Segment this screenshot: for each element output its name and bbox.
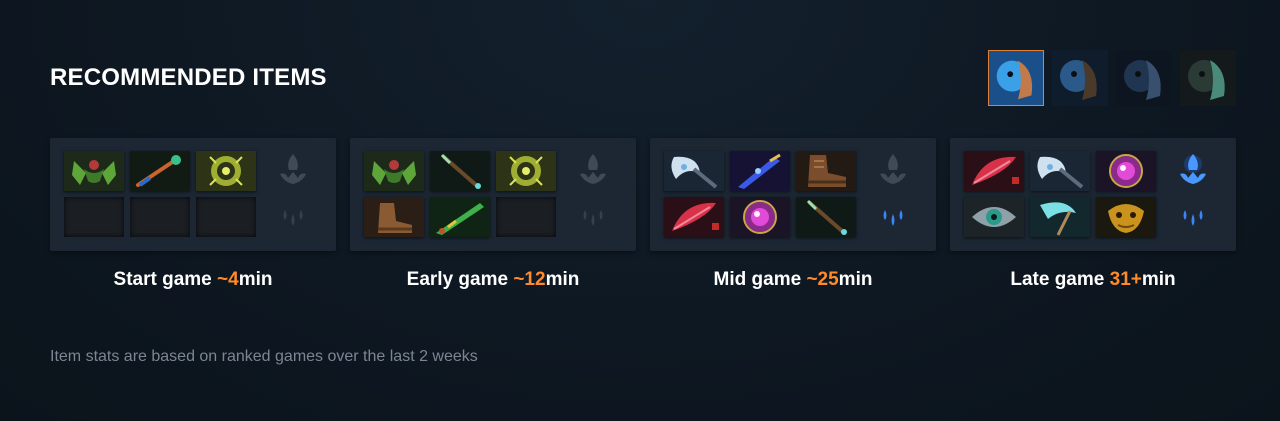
empty-item-slot bbox=[130, 197, 190, 237]
stage-time: ~4 bbox=[217, 269, 239, 290]
blue-staff-icon[interactable] bbox=[130, 151, 190, 191]
stage-time: ~12 bbox=[513, 269, 546, 290]
teal-eye-icon[interactable] bbox=[964, 197, 1024, 237]
blue-dagger-icon[interactable] bbox=[730, 151, 790, 191]
gold-mask-icon[interactable] bbox=[1096, 197, 1156, 237]
red-feather-icon[interactable] bbox=[964, 151, 1024, 191]
item-build-card bbox=[650, 138, 936, 251]
red-feather-icon[interactable] bbox=[664, 197, 724, 237]
hero-portrait-1-icon[interactable] bbox=[988, 50, 1044, 106]
neutral-item-icon bbox=[276, 152, 310, 186]
hero-portrait-2-icon[interactable] bbox=[1052, 50, 1108, 106]
stage-unit: min bbox=[238, 269, 273, 290]
item-stage: Late game 31+min bbox=[950, 138, 1236, 291]
stage-unit: min bbox=[545, 269, 580, 290]
stage-name: Early game bbox=[406, 269, 514, 290]
stage-name: Late game bbox=[1010, 269, 1110, 290]
item-build-card bbox=[950, 138, 1236, 251]
tango-helmet-icon[interactable] bbox=[64, 151, 124, 191]
tango-helmet-icon[interactable] bbox=[364, 151, 424, 191]
neutral-item-icon bbox=[876, 152, 910, 186]
empty-item-slot bbox=[196, 197, 256, 237]
purple-orb-icon[interactable] bbox=[730, 197, 790, 237]
shard-icon bbox=[1176, 200, 1210, 230]
brown-boots-icon[interactable] bbox=[796, 151, 856, 191]
footnote: Item stats are based on ranked games ove… bbox=[50, 348, 478, 365]
item-stage: Early game ~12min bbox=[350, 138, 636, 291]
empty-item-slot bbox=[64, 197, 124, 237]
stage-label: Late game 31+min bbox=[950, 269, 1236, 291]
item-stage: Mid game ~25min bbox=[650, 138, 936, 291]
item-stage-list: Start game ~4min Early game ~12min Mid gam… bbox=[50, 138, 1236, 291]
green-blade-icon[interactable] bbox=[430, 197, 490, 237]
item-grid bbox=[664, 151, 856, 237]
stage-label: Early game ~12min bbox=[350, 269, 636, 291]
hero-selector bbox=[988, 50, 1236, 106]
green-wand-icon[interactable] bbox=[796, 197, 856, 237]
item-stage: Start game ~4min bbox=[50, 138, 336, 291]
shard-icon bbox=[276, 200, 310, 230]
stage-time: 31+ bbox=[1109, 269, 1142, 290]
gold-ring-icon[interactable] bbox=[496, 151, 556, 191]
stage-name: Start game bbox=[113, 269, 218, 290]
cyan-scythe-icon[interactable] bbox=[1030, 197, 1090, 237]
item-grid bbox=[964, 151, 1156, 237]
item-build-card bbox=[50, 138, 336, 251]
white-axe-icon[interactable] bbox=[1030, 151, 1090, 191]
neutral-item-icon bbox=[1176, 152, 1210, 186]
neutral-item-icon bbox=[576, 152, 610, 186]
boots-icon[interactable] bbox=[364, 197, 424, 237]
item-build-card bbox=[350, 138, 636, 251]
stage-label: Mid game ~25min bbox=[650, 269, 936, 291]
item-grid bbox=[64, 151, 256, 237]
empty-item-slot bbox=[496, 197, 556, 237]
shard-icon bbox=[576, 200, 610, 230]
hero-portrait-3-icon[interactable] bbox=[1116, 50, 1172, 106]
green-wand-icon[interactable] bbox=[430, 151, 490, 191]
shard-icon bbox=[876, 200, 910, 230]
purple-orb-icon[interactable] bbox=[1096, 151, 1156, 191]
hero-portrait-4-icon[interactable] bbox=[1180, 50, 1236, 106]
stage-unit: min bbox=[838, 269, 873, 290]
white-axe-icon[interactable] bbox=[664, 151, 724, 191]
section-title: RECOMMENDED ITEMS bbox=[50, 64, 327, 91]
item-grid bbox=[364, 151, 556, 237]
stage-label: Start game ~4min bbox=[50, 269, 336, 291]
stage-name: Mid game bbox=[713, 269, 807, 290]
stage-unit: min bbox=[1141, 269, 1176, 290]
gold-ring-icon[interactable] bbox=[196, 151, 256, 191]
stage-time: ~25 bbox=[806, 269, 839, 290]
